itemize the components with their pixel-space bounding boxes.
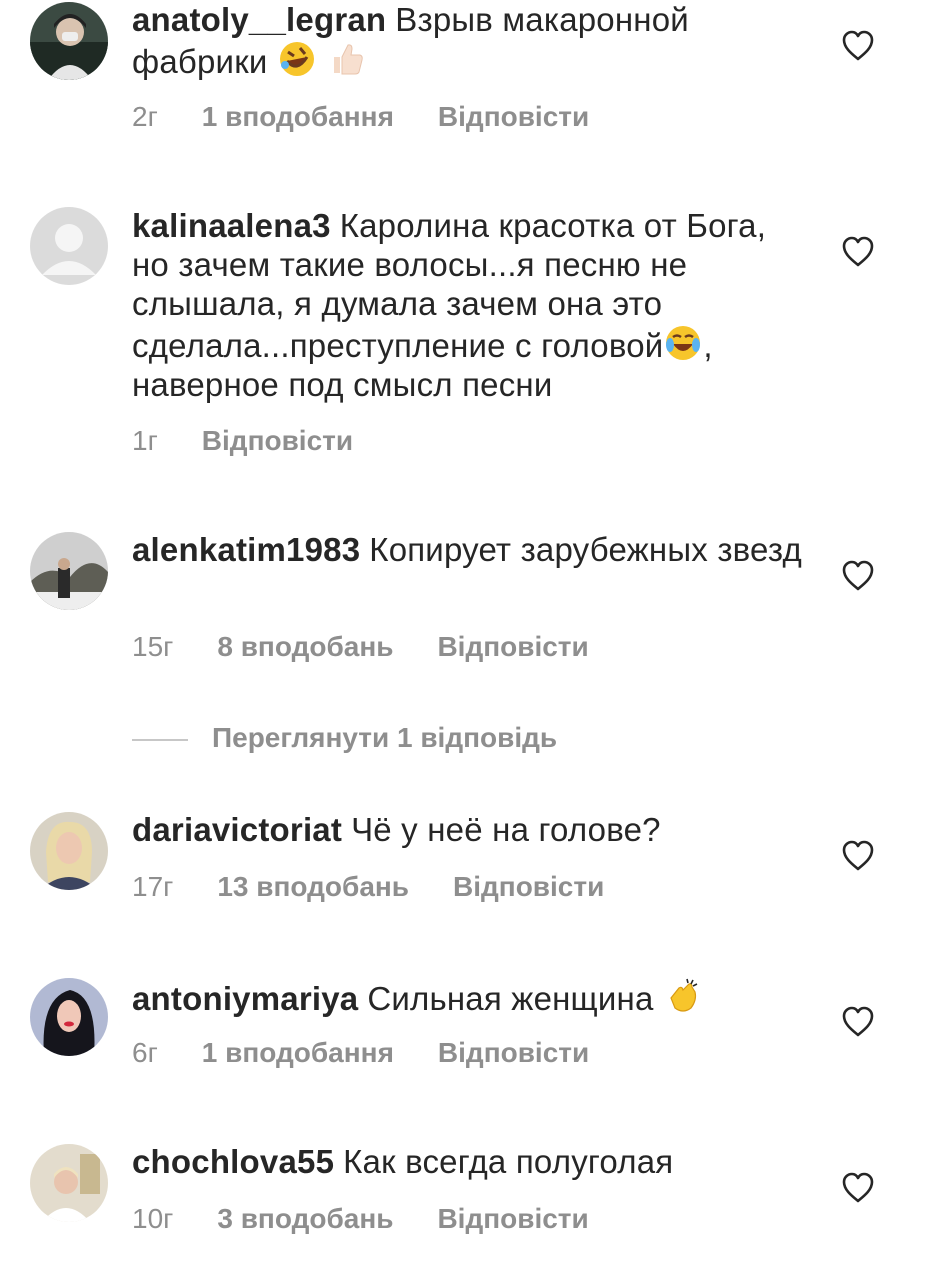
comment-text: dariavictoriat Чё у неё на голове? bbox=[132, 810, 812, 849]
like-heart-icon[interactable] bbox=[840, 1170, 876, 1206]
comment-likes[interactable]: 13 вподобань bbox=[217, 871, 409, 902]
comment-body: Как всегда полуголая bbox=[343, 1143, 674, 1180]
view-replies-button[interactable]: Переглянути 1 відповідь bbox=[132, 718, 557, 758]
comment-text: chochlova55 Как всегда полуголая bbox=[132, 1142, 812, 1181]
comment-meta: 6г 1 вподобання Відповісти bbox=[132, 1036, 633, 1070]
comment-username[interactable]: anatoly__legran bbox=[132, 1, 386, 38]
avatar[interactable] bbox=[30, 207, 108, 285]
reply-button[interactable]: Відповісти bbox=[437, 631, 588, 662]
comment-likes[interactable]: 1 вподобання bbox=[202, 1037, 394, 1068]
avatar[interactable] bbox=[30, 812, 108, 890]
clapping-hands-emoji bbox=[663, 976, 703, 1016]
replies-divider bbox=[132, 738, 188, 741]
avatar[interactable] bbox=[30, 2, 108, 80]
avatar[interactable] bbox=[30, 978, 108, 1056]
comment-time: 17г bbox=[132, 871, 174, 902]
reply-button[interactable]: Відповісти bbox=[438, 101, 589, 132]
comment-meta: 2г 1 вподобання Відповісти bbox=[132, 100, 633, 134]
comment-time: 6г bbox=[132, 1037, 158, 1068]
comment-username[interactable]: dariavictoriat bbox=[132, 811, 342, 848]
thumbs-up-emoji bbox=[326, 39, 366, 79]
reply-button[interactable]: Відповісти bbox=[453, 871, 604, 902]
comment-time: 15г bbox=[132, 631, 174, 662]
comment-text: kalinaalena3 Каролина красотка от Бога, н… bbox=[132, 206, 812, 404]
comment-likes[interactable]: 8 вподобань bbox=[217, 631, 393, 662]
comment-username[interactable]: kalinaalena3 bbox=[132, 207, 331, 244]
comment-meta: 17г 13 вподобань Відповісти bbox=[132, 870, 648, 904]
comment-meta: 10г 3 вподобань Відповісти bbox=[132, 1202, 633, 1236]
comment-time: 2г bbox=[132, 101, 158, 132]
like-heart-icon[interactable] bbox=[840, 838, 876, 874]
comment-time: 10г bbox=[132, 1203, 174, 1234]
comment-username[interactable]: chochlova55 bbox=[132, 1143, 334, 1180]
like-heart-icon[interactable] bbox=[840, 1004, 876, 1040]
like-heart-icon[interactable] bbox=[840, 28, 876, 64]
comment-text: anatoly__legran Взрыв макаронной фабрики bbox=[132, 0, 812, 81]
comment-time: 1г bbox=[132, 425, 158, 456]
comment-text: antoniymariya Сильная женщина bbox=[132, 976, 812, 1018]
comment-likes[interactable]: 3 вподобань bbox=[217, 1203, 393, 1234]
comment-body: Чё у неё на голове? bbox=[351, 811, 661, 848]
comment-username[interactable]: alenkatim1983 bbox=[132, 531, 360, 568]
reply-button[interactable]: Відповісти bbox=[437, 1203, 588, 1234]
rolling-laughing-emoji bbox=[277, 39, 317, 79]
avatar[interactable] bbox=[30, 532, 108, 610]
comment-body: Сильная женщина bbox=[367, 980, 654, 1017]
comment-meta: 1г Відповісти bbox=[132, 424, 397, 458]
comment-username[interactable]: antoniymariya bbox=[132, 980, 358, 1017]
reply-button[interactable]: Відповісти bbox=[438, 1037, 589, 1068]
reply-button[interactable]: Відповісти bbox=[202, 425, 353, 456]
comment-meta: 15г 8 вподобань Відповісти bbox=[132, 630, 633, 664]
comment-likes[interactable]: 1 вподобання bbox=[202, 101, 394, 132]
like-heart-icon[interactable] bbox=[840, 558, 876, 594]
view-replies-label: Переглянути 1 відповідь bbox=[212, 722, 558, 753]
tears-of-joy-emoji bbox=[663, 323, 703, 363]
comment-body: Копирует зарубежных звезд bbox=[369, 531, 802, 568]
avatar[interactable] bbox=[30, 1144, 108, 1222]
like-heart-icon[interactable] bbox=[840, 234, 876, 270]
comment-text: alenkatim1983 Копирует зарубежных звезд bbox=[132, 530, 812, 569]
